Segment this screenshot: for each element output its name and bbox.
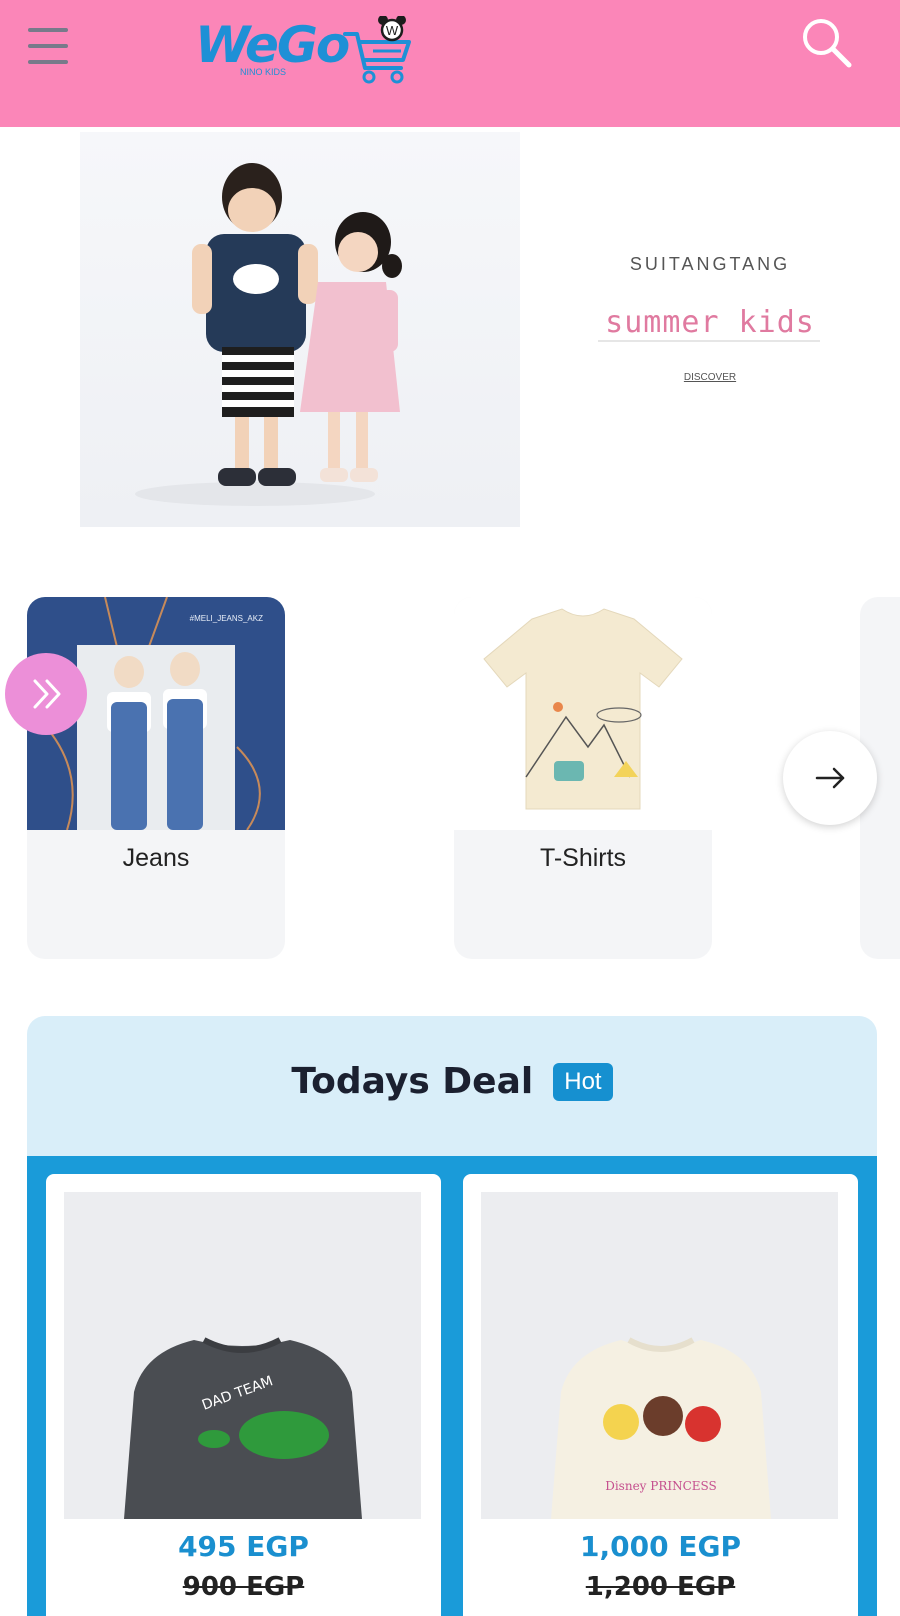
product-card-dad-team-sweatshirt[interactable]: DAD TEAM 495 EGP 900 EGP <box>46 1174 441 1616</box>
logo-wordmark: WeGo <box>195 16 350 74</box>
product-price: 1,000 EGP <box>580 1530 741 1563</box>
product-price: 495 EGP <box>178 1530 309 1563</box>
kids-illustration <box>135 163 402 506</box>
double-chevron-right-icon[interactable] <box>5 653 87 735</box>
tshirts-category-image <box>454 597 712 830</box>
sweatshirt-print-text: Disney PRINCESS <box>605 1479 717 1493</box>
hero-headline: summer kids <box>605 305 815 340</box>
jeans-hashtag: #MELI_JEANS_AKZ <box>190 614 263 623</box>
category-card-tshirts[interactable]: T-Shirts <box>454 597 712 959</box>
discover-link[interactable]: DISCOVER <box>560 372 860 383</box>
hot-badge: Hot <box>553 1062 613 1101</box>
hero-brand-name: SUITANGTANG <box>629 254 791 274</box>
product-image: Disney PRINCESS <box>481 1192 838 1519</box>
deal-header: Todays Deal Hot <box>27 1061 877 1102</box>
hero-kids-photo <box>80 132 520 527</box>
deal-title: Todays Deal <box>291 1061 534 1102</box>
todays-deal-section: Todays Deal Hot DAD TEAM 495 EGP 900 EGP <box>27 1016 877 1616</box>
shopping-cart-icon: W <box>343 16 411 84</box>
top-header: WeGo NINO KIDS W <box>0 0 900 127</box>
hero-banner[interactable]: SUITANGTANG summer kids DISCOVER <box>0 127 900 537</box>
search-icon[interactable] <box>800 16 854 70</box>
cloud-print <box>233 264 279 294</box>
category-label-jeans: Jeans <box>122 844 190 872</box>
headline-underline <box>598 340 820 342</box>
logo-badge-letter: W <box>386 23 399 38</box>
category-label-tshirts: T-Shirts <box>539 844 627 872</box>
arrow-right-icon[interactable] <box>783 731 877 825</box>
product-image: DAD TEAM <box>64 1192 421 1519</box>
wego-logo[interactable]: WeGo NINO KIDS W <box>195 10 420 85</box>
category-card-jeans[interactable]: #MELI_JEANS_AKZ Jeans <box>27 597 285 959</box>
product-old-price: 900 EGP <box>182 1572 305 1602</box>
logo-subtext: NINO KIDS <box>240 67 287 77</box>
hamburger-menu-icon[interactable] <box>28 28 68 66</box>
product-old-price: 1,200 EGP <box>585 1572 736 1602</box>
product-card-princess-sweatshirt[interactable]: Disney PRINCESS 1,000 EGP 1,200 EGP <box>463 1174 858 1616</box>
